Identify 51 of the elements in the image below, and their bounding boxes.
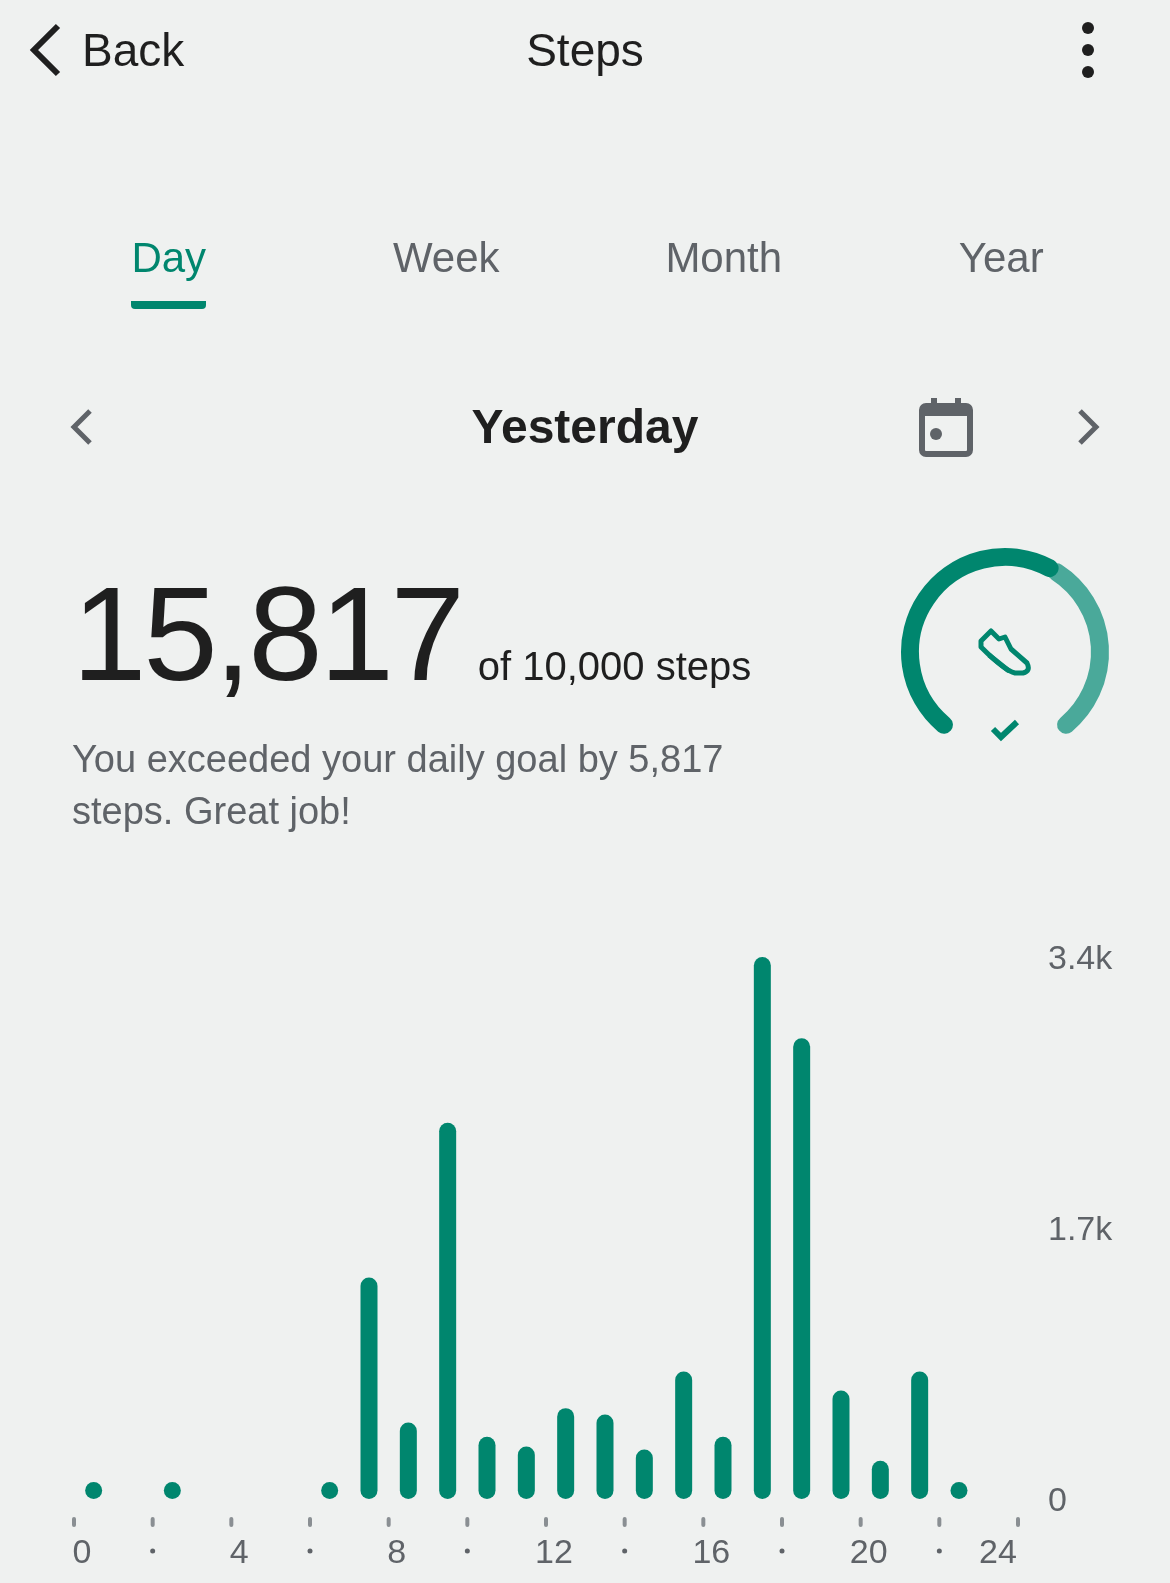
axis-label: 3.4k bbox=[1048, 938, 1113, 976]
hour-bar bbox=[85, 1481, 103, 1499]
axis-label: 0 bbox=[72, 1532, 92, 1570]
calendar-icon[interactable] bbox=[918, 396, 974, 458]
hour-bar bbox=[950, 1481, 968, 1499]
hour-bar bbox=[871, 1460, 889, 1499]
tick-dot bbox=[307, 1548, 313, 1554]
tick-mark bbox=[386, 1517, 391, 1527]
tick-mark bbox=[308, 1517, 312, 1527]
goal-message: You exceeded your daily goal by 5,817 steps. Great job! bbox=[72, 737, 725, 834]
goal-text: of 10,000 steps bbox=[477, 643, 752, 690]
hour-bar bbox=[714, 1436, 732, 1499]
tick-dot bbox=[150, 1548, 156, 1554]
tick-dot bbox=[622, 1548, 628, 1554]
tick-mark bbox=[1016, 1517, 1020, 1527]
tick-mark bbox=[780, 1517, 784, 1527]
tick-mark bbox=[701, 1517, 706, 1527]
date-label: Yesterday bbox=[470, 399, 700, 455]
tick-mark bbox=[465, 1517, 470, 1527]
hour-bar bbox=[321, 1481, 339, 1499]
tick-dot bbox=[779, 1548, 785, 1554]
tick-mark bbox=[622, 1517, 627, 1527]
period-tab[interactable]: Year bbox=[958, 226, 1044, 309]
tick-dot bbox=[464, 1548, 470, 1554]
step-count: 15,817 bbox=[72, 567, 462, 701]
back-button[interactable]: Back bbox=[28, 15, 185, 85]
hour-bar bbox=[163, 1481, 181, 1499]
tick-mark bbox=[150, 1517, 155, 1527]
page-title: Steps bbox=[526, 22, 644, 78]
tick-mark bbox=[858, 1517, 863, 1527]
hour-bar bbox=[478, 1436, 496, 1499]
tick-mark bbox=[72, 1517, 76, 1527]
axis-label: 12 bbox=[535, 1532, 573, 1570]
axis-label: 16 bbox=[692, 1532, 731, 1570]
tick-mark bbox=[229, 1517, 234, 1527]
tick-dot bbox=[936, 1548, 942, 1554]
axis-label: 20 bbox=[849, 1532, 888, 1570]
axis-label: 1.7k bbox=[1048, 1209, 1113, 1247]
tick-mark bbox=[544, 1517, 548, 1527]
axis-label: 4 bbox=[229, 1532, 249, 1570]
axis-label: 24 bbox=[979, 1532, 1017, 1570]
axis-label: 0 bbox=[1048, 1480, 1067, 1518]
hour-bar bbox=[635, 1449, 653, 1499]
period-tab[interactable]: Week bbox=[392, 226, 500, 309]
period-tab[interactable]: Day bbox=[131, 226, 207, 309]
axis-label: 8 bbox=[387, 1532, 407, 1570]
tick-mark bbox=[937, 1517, 942, 1527]
back-icon bbox=[28, 23, 62, 77]
hour-bar bbox=[517, 1446, 535, 1499]
period-tab[interactable]: Month bbox=[665, 226, 783, 309]
shoe-icon bbox=[978, 628, 1031, 676]
